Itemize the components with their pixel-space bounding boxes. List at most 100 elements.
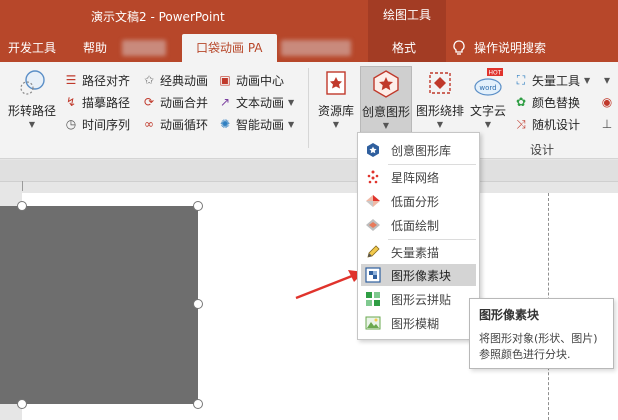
menu-item-label: 低面绘制: [391, 218, 440, 233]
low-poly-draw-icon: [366, 219, 380, 231]
text-animation-label: 文本动画: [236, 95, 285, 110]
resource-library-icon: [326, 71, 346, 95]
timeline-label: 时间序列: [82, 117, 131, 132]
overflow-tool-a[interactable]: ▾: [600, 70, 618, 90]
lightbulb-icon: [453, 40, 465, 55]
menu-item-label: 图形云拼贴: [391, 292, 452, 307]
tab-pocket-animation[interactable]: 口袋动画 PA: [182, 34, 277, 62]
menu-item-label: 矢量素描: [391, 245, 440, 260]
title-bar: 演示文稿2 - PowerPoint: [0, 0, 618, 34]
trace-path-button[interactable]: ↯ 描摹路径: [64, 92, 130, 112]
path-align-button[interactable]: ☰ 路径对齐: [64, 70, 130, 90]
vector-tools-button[interactable]: ⛶ 矢量工具 ▼: [514, 70, 590, 90]
tab-format[interactable]: 格式: [392, 34, 416, 62]
tab-developer[interactable]: 开发工具: [8, 34, 56, 62]
design-group-label: 设计: [530, 143, 555, 157]
pixel-blocks-tooltip: 图形像素块 将图形对象(形状、图片)参照颜色进行分块.: [469, 298, 614, 369]
ribbon: 形转路径 ▼ ☰ 路径对齐 ↯ 描摹路径 ◷ 时间序列 ✩ 经典动画 ⟳ 动画合…: [0, 62, 618, 159]
chevron-down-icon: ▼: [28, 120, 36, 129]
animation-center-label: 动画中心: [236, 73, 285, 88]
pencil-icon: [367, 245, 380, 258]
resize-handle-bottom-right[interactable]: [193, 399, 203, 409]
animation-center-button[interactable]: ▣ 动画中心: [218, 70, 284, 90]
trace-icon: ↯: [65, 95, 77, 109]
menu-item-creative-shape-library[interactable]: 创意图形库: [361, 139, 476, 161]
chevron-down-icon: ▼: [484, 120, 492, 129]
menu-item-label: 创意图形库: [391, 143, 452, 158]
chevron-down-icon: ▼: [288, 97, 295, 107]
shape-to-path-label: 形转路径: [7, 104, 56, 118]
low-poly-icon: [366, 195, 380, 207]
smart-animation-button[interactable]: ✺ 智能动画 ▼: [218, 114, 294, 134]
menu-item-vector-sketch[interactable]: 矢量素描: [361, 241, 476, 263]
word-badge: word: [479, 84, 496, 92]
shape-wrap-label: 图形绕排: [415, 104, 464, 118]
classic-animation-label: 经典动画: [160, 73, 209, 88]
menu-item-label: 星阵网络: [391, 170, 440, 185]
tell-me-search[interactable]: 操作说明搜索: [452, 34, 546, 62]
menu-item-shape-blur[interactable]: 图形模糊: [361, 312, 476, 334]
tell-me-label: 操作说明搜索: [474, 41, 547, 55]
resize-handle-top-right[interactable]: [193, 201, 203, 211]
menu-divider: [388, 164, 476, 165]
star-badge-icon: [367, 143, 379, 157]
vector-pen-icon: ⛶: [516, 73, 526, 87]
resize-handle-top-left[interactable]: [17, 201, 27, 211]
bar-tool-icon: ⊥: [601, 117, 613, 131]
animation-merge-label: 动画合并: [160, 95, 209, 110]
drawing-tools-context-label: 绘图工具: [368, 0, 446, 34]
ruler-mark: [22, 181, 23, 191]
timeline-button[interactable]: ◷ 时间序列: [64, 114, 130, 134]
blurred-tab: [281, 40, 351, 56]
menu-item-shape-cloud-collage[interactable]: 图形云拼贴: [361, 288, 476, 310]
word-cloud-icon: HOT word: [474, 68, 503, 96]
shape-wrap-button[interactable]: 图形绕排 ▼: [414, 66, 466, 134]
random-design-label: 随机设计: [532, 117, 581, 132]
classic-animation-button[interactable]: ✩ 经典动画: [142, 70, 208, 90]
menu-item-shape-pixel-blocks[interactable]: 图形像素块: [361, 264, 476, 286]
shape-to-path-button[interactable]: 形转路径 ▼: [6, 66, 58, 134]
menu-item-low-poly-fractal[interactable]: 低面分形: [361, 190, 476, 212]
color-replace-button[interactable]: ✿ 颜色替换: [514, 92, 580, 112]
animation-merge-button[interactable]: ⟳ 动画合并: [142, 92, 208, 112]
chevron-down-icon: ▼: [584, 75, 591, 85]
chevron-down-icon: ▼: [382, 121, 390, 130]
shape-wrap-icon: [429, 72, 451, 94]
shape-path-icon: [20, 70, 45, 95]
clock-icon: ◷: [65, 117, 77, 131]
creative-shape-button[interactable]: 创意图形 ▼: [360, 66, 412, 138]
star-icon: ✩: [143, 73, 155, 87]
bulb-icon: ✺: [219, 117, 231, 131]
tab-help[interactable]: 帮助: [83, 34, 107, 62]
animation-loop-button[interactable]: ∞ 动画循环: [142, 114, 208, 134]
palette-icon: ✿: [515, 95, 527, 109]
resource-library-label: 资源库: [317, 104, 354, 118]
dot-grid-icon: [367, 170, 379, 184]
blurred-tab: [122, 40, 166, 56]
selected-rectangle-shape[interactable]: [0, 206, 198, 404]
menu-item-low-poly-draw[interactable]: 低面绘制: [361, 214, 476, 236]
collage-icon: [366, 292, 380, 306]
align-lines-icon: ☰: [65, 73, 77, 87]
text-animation-button[interactable]: ↗ 文本动画 ▼: [218, 92, 294, 112]
chevron-down-icon: ▼: [288, 119, 295, 129]
menu-item-label: 低面分形: [391, 194, 440, 209]
chevron-down-icon: ▼: [436, 120, 444, 129]
menu-item-star-network[interactable]: 星阵网络: [361, 166, 476, 188]
pixel-block-icon: [365, 267, 381, 283]
overflow-tool-b[interactable]: ◉: [600, 92, 618, 112]
image-blur-icon: [365, 316, 381, 330]
creative-shape-label: 创意图形: [361, 105, 410, 119]
resize-handle-right[interactable]: [193, 299, 203, 309]
tooltip-description: 将图形对象(形状、图片)参照颜色进行分块.: [479, 332, 598, 361]
trace-path-label: 描摹路径: [82, 95, 131, 110]
overflow-tool-c[interactable]: ⊥: [600, 114, 618, 134]
ruler: [0, 160, 618, 182]
resource-library-button[interactable]: 资源库 ▼: [314, 66, 358, 134]
color-replace-label: 颜色替换: [532, 95, 581, 110]
text-cloud-button[interactable]: HOT word 文字云 ▼: [468, 66, 508, 134]
random-design-button[interactable]: ⤨ 随机设计: [514, 114, 580, 134]
resize-handle-bottom-left[interactable]: [17, 399, 27, 409]
window-title: 演示文稿2 - PowerPoint: [91, 10, 225, 24]
target-square-icon: ▣: [219, 73, 231, 87]
